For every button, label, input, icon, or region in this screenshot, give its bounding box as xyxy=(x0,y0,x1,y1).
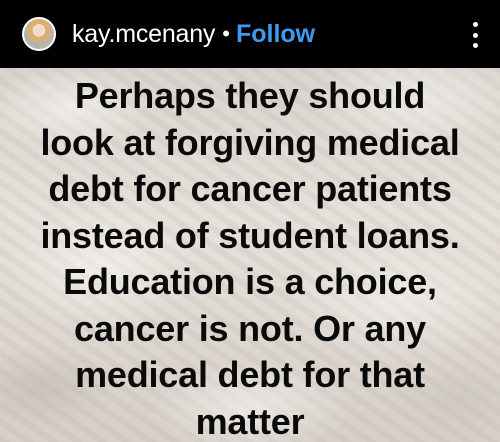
post-image[interactable]: Perhaps they should look at forgiving me… xyxy=(0,68,500,442)
more-dot xyxy=(472,32,478,38)
username-link[interactable]: kay.mcenany xyxy=(72,20,215,49)
more-options-icon[interactable] xyxy=(472,22,478,48)
post-text-line: medical debt for that xyxy=(75,354,425,395)
post-text: Perhaps they should look at forgiving me… xyxy=(0,73,500,442)
post-text-line: debt for cancer patients xyxy=(48,168,452,209)
more-dot xyxy=(472,22,478,27)
post-text-line: Perhaps they should xyxy=(74,75,426,116)
post-text-line: look at forgiving medical xyxy=(40,121,460,163)
post-text-line: instead of student loans. xyxy=(40,214,460,256)
post-text-line: Education is a choice, xyxy=(63,261,437,302)
follow-button[interactable]: Follow xyxy=(236,20,315,49)
post-header: kay.mcenany • Follow xyxy=(0,0,500,68)
post-text-line: matter xyxy=(195,400,305,442)
avatar[interactable] xyxy=(22,17,56,51)
more-dot xyxy=(472,43,478,48)
post-text-line: cancer is not. Or any xyxy=(74,307,426,349)
separator-dot: • xyxy=(222,21,230,46)
